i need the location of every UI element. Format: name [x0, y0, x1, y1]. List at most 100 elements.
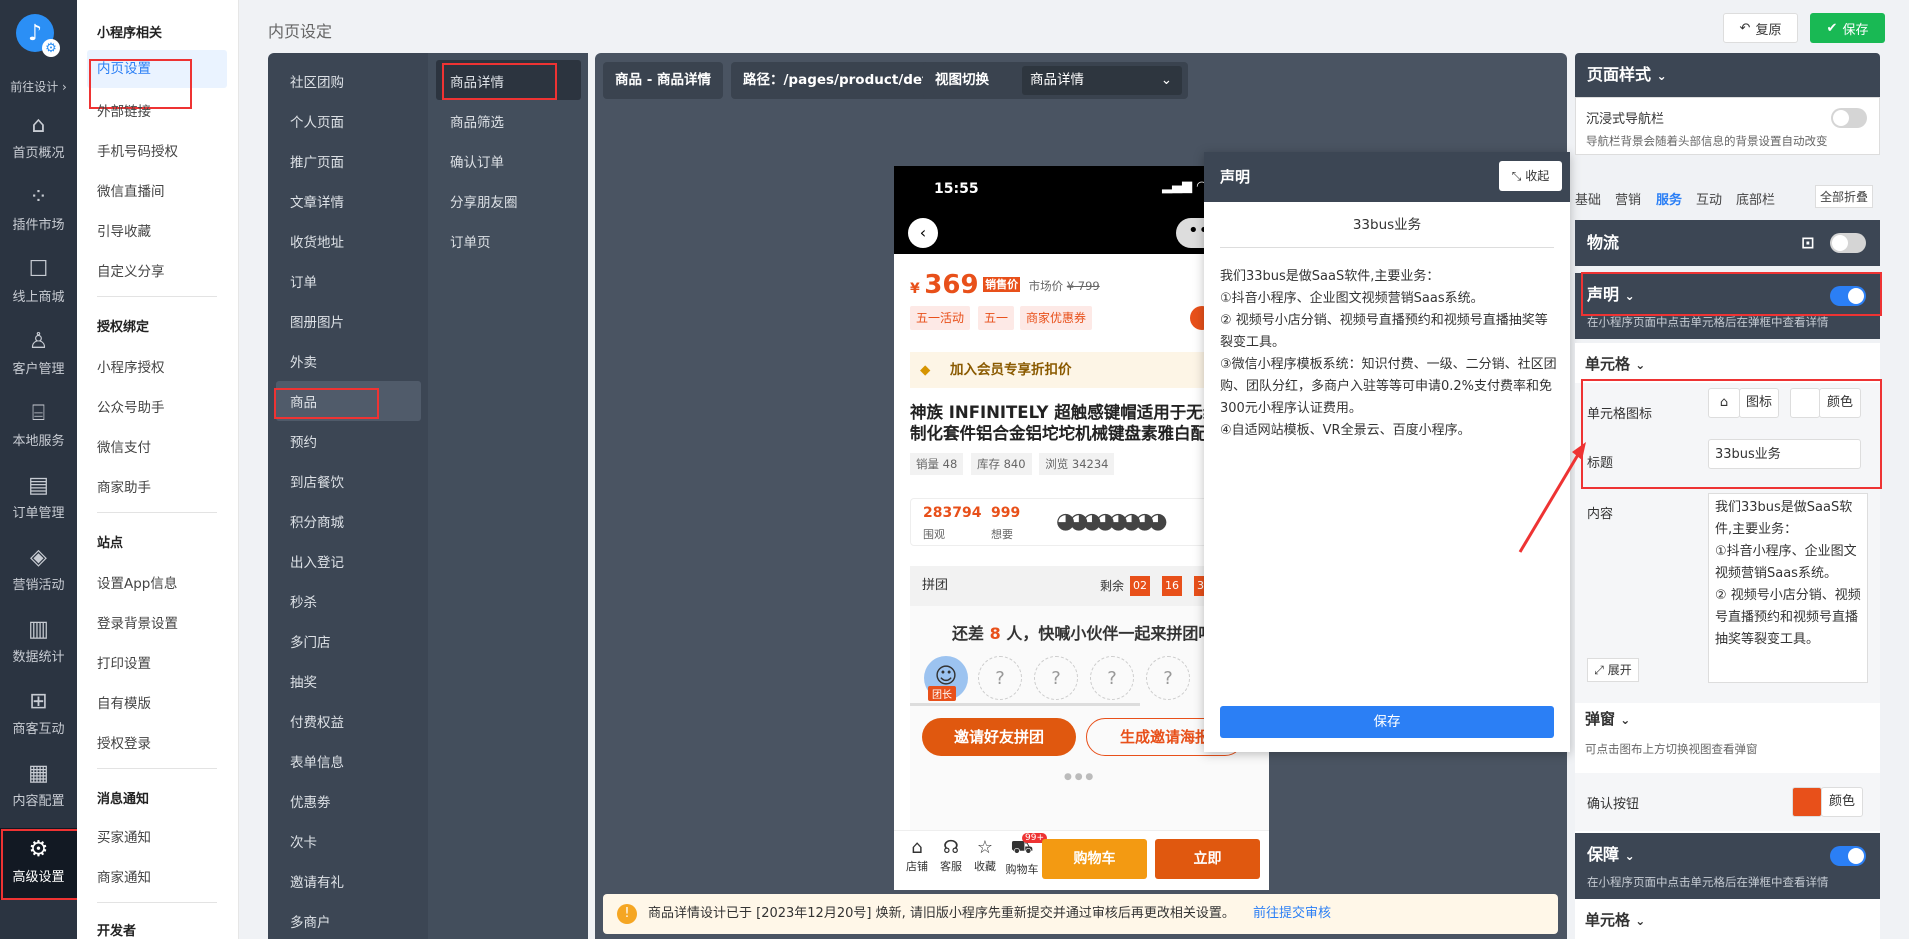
icon-picker-button[interactable]: 图标 [1739, 388, 1779, 418]
menu-item[interactable]: 自定义分享 [97, 260, 165, 280]
nav-item-plugins[interactable]: ⁘ 插件市场 [0, 176, 77, 248]
dialog-save-button[interactable]: 保存 [1220, 706, 1554, 738]
menu-item[interactable]: 打印设置 [97, 652, 151, 672]
page-style-header[interactable]: 页面样式 ⌄ [1575, 53, 1880, 97]
guarantee-toggle[interactable] [1830, 846, 1866, 866]
restore-button[interactable]: ↶ 复原 [1723, 13, 1798, 43]
subpage-item[interactable]: 商品筛选 [450, 111, 504, 131]
go-design-link[interactable]: 前往设计 › [0, 78, 77, 95]
submit-review-link[interactable]: 前往提交审核 [1253, 906, 1331, 921]
logistics-toggle[interactable] [1830, 233, 1866, 253]
nav-item-customers[interactable]: ♙ 客户管理 [0, 320, 77, 392]
page-item[interactable]: 推广页面 [290, 151, 344, 171]
user-icon: ♙ [28, 329, 49, 354]
bottom-cart[interactable]: ⛟ 购物车 [1002, 837, 1042, 877]
expand-button[interactable]: ⤢ 展开 [1587, 658, 1639, 682]
page-item[interactable]: 多门店 [290, 631, 331, 651]
menu-item[interactable]: 微信支付 [97, 436, 151, 456]
title-input[interactable]: 33bus业务 [1708, 439, 1861, 469]
page-item[interactable]: 个人页面 [290, 111, 344, 131]
page-item[interactable]: 收货地址 [290, 231, 344, 251]
page-item[interactable]: 付费权益 [290, 711, 344, 731]
guarantee-desc: 在小程序页面中点击单元格后在弹框中查看详情 [1587, 875, 1829, 889]
page-item[interactable]: 预约 [290, 431, 317, 451]
subpage-item[interactable]: 商品详情 [450, 71, 504, 91]
nav-item-home[interactable]: ⌂ 首页概况 [0, 104, 77, 176]
tab-service[interactable]: 服务 [1656, 189, 1682, 208]
bottom-fav[interactable]: ☆ 收藏 [970, 837, 1000, 874]
invite-button[interactable]: 邀请好友拼团 [922, 718, 1076, 756]
page-item[interactable]: 文章详情 [290, 191, 344, 211]
tab-footer[interactable]: 底部栏 [1736, 189, 1775, 208]
page-item[interactable]: 邀请有礼 [290, 871, 344, 891]
back-icon[interactable]: ‹ [908, 218, 938, 248]
menu-item[interactable]: 小程序授权 [97, 356, 165, 376]
nav-item-content[interactable]: ▦ 内容配置 [0, 752, 77, 824]
app-logo[interactable]: ♪ ⚙ [16, 14, 60, 57]
store-icon: ⌸ [31, 401, 46, 426]
page-item[interactable]: 商品 [290, 391, 317, 411]
page-item[interactable]: 社区团购 [290, 71, 344, 91]
collapse-all-button[interactable]: 全部折叠 [1815, 185, 1874, 208]
layout-icon[interactable]: ⊡ [1801, 220, 1814, 266]
page-item[interactable]: 外卖 [290, 351, 317, 371]
buy-button[interactable]: 立即 [1155, 839, 1260, 879]
page-item[interactable]: 次卡 [290, 831, 317, 851]
statement-toggle[interactable] [1830, 286, 1866, 306]
subpage-item[interactable]: 订单页 [450, 231, 491, 251]
page-item[interactable]: 订单 [290, 271, 317, 291]
page-item[interactable]: 积分商城 [290, 511, 344, 531]
nav-item-marketing[interactable]: ◈ 营销活动 [0, 536, 77, 608]
undo-icon: ↶ [1739, 20, 1751, 36]
menu-item[interactable]: 微信直播间 [97, 180, 165, 200]
nav-item-interaction[interactable]: ⊞ 商客互动 [0, 680, 77, 752]
menu-group-title: 小程序相关 [97, 26, 163, 41]
menu-item[interactable]: 公众号助手 [97, 396, 165, 416]
page-item[interactable]: 优惠劵 [290, 791, 331, 811]
save-button[interactable]: ✔ 保存 [1810, 13, 1885, 43]
nav-item-shop[interactable]: ☐ 线上商城 [0, 248, 77, 320]
content-textarea[interactable]: 我们33bus是做SaaS软件,主要业务： ①抖音小程序、企业图文视频营销Saa… [1708, 493, 1868, 683]
nav-item-orders[interactable]: ▤ 订单管理 [0, 464, 77, 536]
menu-item[interactable]: 登录背景设置 [97, 612, 178, 632]
color-picker-button[interactable]: 颜色 [1819, 388, 1861, 418]
add-cart-button[interactable]: 购物车 [1042, 839, 1147, 879]
nav-label: 商客互动 [12, 722, 65, 737]
menu-item[interactable]: 手机号码授权 [97, 140, 178, 160]
menu-item[interactable]: 设置App信息 [97, 572, 177, 592]
menu-item[interactable]: 买家通知 [97, 826, 151, 846]
page-item[interactable]: 出入登记 [290, 551, 344, 571]
tab-interaction[interactable]: 互动 [1696, 189, 1722, 208]
dialog-header: 声明 ⤡ 收起 [1204, 152, 1570, 202]
tab-basic[interactable]: 基础 [1575, 189, 1601, 208]
menu-item-inner-page[interactable]: 内页设置 [87, 50, 227, 88]
page-item[interactable]: 表单信息 [290, 751, 344, 771]
page-item[interactable]: 到店餐饮 [290, 471, 344, 491]
page-item[interactable]: 多商户 [290, 911, 331, 931]
menu-item[interactable]: 商家助手 [97, 476, 151, 496]
menu-item[interactable]: 引导收藏 [97, 220, 151, 240]
nav-item-local[interactable]: ⌸ 本地服务 [0, 392, 77, 464]
nav-item-stats[interactable]: ▥ 数据统计 [0, 608, 77, 680]
view-select[interactable]: 商品详情 ⌄ [1022, 66, 1182, 95]
page-item[interactable]: 抽奖 [290, 671, 317, 691]
page-item[interactable]: 秒杀 [290, 591, 317, 611]
immersive-toggle[interactable] [1831, 108, 1867, 128]
color-swatch[interactable] [1790, 388, 1820, 418]
bottom-service[interactable]: ☊ 客服 [936, 837, 966, 874]
subpage-item[interactable]: 分享朋友圈 [450, 191, 518, 211]
bottom-shop[interactable]: ⌂ 店铺 [902, 837, 932, 874]
tab-marketing[interactable]: 营销 [1615, 189, 1641, 208]
menu-item[interactable]: 自有模版 [97, 692, 151, 712]
menu-item[interactable]: 授权登录 [97, 732, 151, 752]
subpage-item[interactable]: 确认订单 [450, 151, 504, 171]
store-icon[interactable]: ⌂ [1708, 388, 1740, 418]
confirm-color-swatch[interactable] [1792, 787, 1822, 817]
nav-item-advanced[interactable]: ⚙ 高级设置 [0, 828, 77, 900]
collapse-button[interactable]: ⤡ 收起 [1499, 161, 1562, 191]
page-item[interactable]: 图册图片 [290, 311, 344, 331]
menu-group-title: 开发者 [97, 924, 137, 939]
menu-item[interactable]: 外部链接 [97, 100, 151, 120]
menu-item[interactable]: 商家通知 [97, 866, 151, 886]
confirm-color-button[interactable]: 颜色 [1821, 787, 1863, 817]
